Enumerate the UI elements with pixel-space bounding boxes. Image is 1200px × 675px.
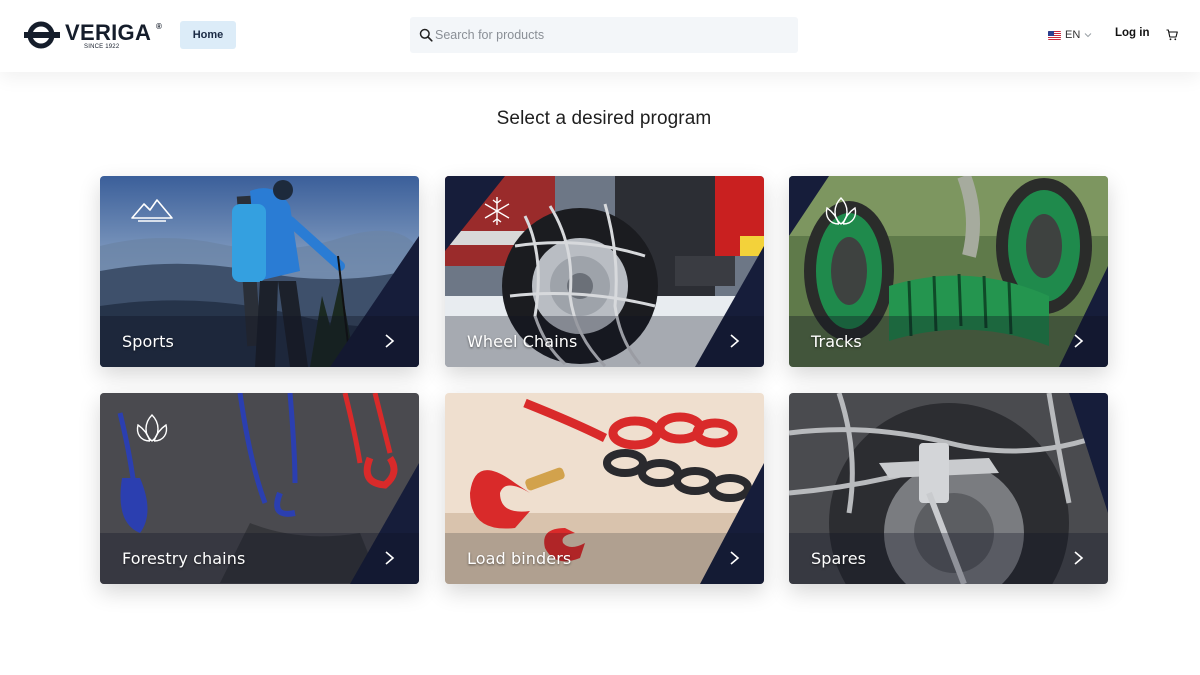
program-card-tracks[interactable]: Tracks: [789, 176, 1108, 367]
logo-registered-mark: ®: [156, 22, 162, 31]
search-bar[interactable]: [410, 17, 798, 53]
chevron-right-icon: [730, 334, 740, 348]
search-input[interactable]: [435, 25, 785, 45]
chevron-right-icon: [1074, 334, 1084, 348]
chevron-down-icon: [1084, 33, 1092, 38]
program-card-load-binders[interactable]: Load binders: [445, 393, 764, 584]
logo-since: SINCE 1922: [84, 44, 120, 50]
program-card-spares[interactable]: Spares: [789, 393, 1108, 584]
search-icon: [419, 28, 433, 42]
login-link[interactable]: Log in: [1115, 27, 1150, 39]
program-card-sports[interactable]: Sports: [100, 176, 419, 367]
leaf-icon: [825, 197, 857, 225]
card-label-spares: Spares: [811, 549, 867, 568]
chevron-right-icon: [730, 551, 740, 565]
veriga-logo-icon: [24, 21, 60, 49]
language-label: EN: [1065, 29, 1081, 41]
card-label-wheel-chains: Wheel Chains: [467, 332, 578, 351]
mountain-icon: [131, 199, 173, 222]
page-title: Select a desired program: [496, 108, 712, 129]
logo-wordmark: VERIGA: [65, 20, 152, 45]
snowflake-icon: [484, 197, 510, 225]
card-label-forestry-chains: Forestry chains: [122, 549, 246, 568]
chevron-right-icon: [385, 334, 395, 348]
card-label-tracks: Tracks: [811, 332, 862, 351]
chevron-right-icon: [385, 551, 395, 565]
card-label-load-binders: Load binders: [467, 549, 572, 568]
us-flag-icon: [1048, 30, 1061, 40]
program-card-forestry-chains[interactable]: Forestry chains: [100, 393, 419, 584]
language-selector[interactable]: EN: [1048, 27, 1092, 43]
veriga-logo[interactable]: VERIGA ® SINCE 1922: [24, 20, 166, 54]
cart-icon[interactable]: [1166, 29, 1178, 41]
program-card-wheel-chains[interactable]: Wheel Chains: [445, 176, 764, 367]
top-header: VERIGA ® SINCE 1922 Home EN Log in: [0, 0, 1200, 72]
home-button[interactable]: Home: [180, 21, 236, 49]
chevron-right-icon: [1074, 551, 1084, 565]
leaf-icon: [136, 414, 168, 442]
card-label-sports: Sports: [122, 332, 174, 351]
